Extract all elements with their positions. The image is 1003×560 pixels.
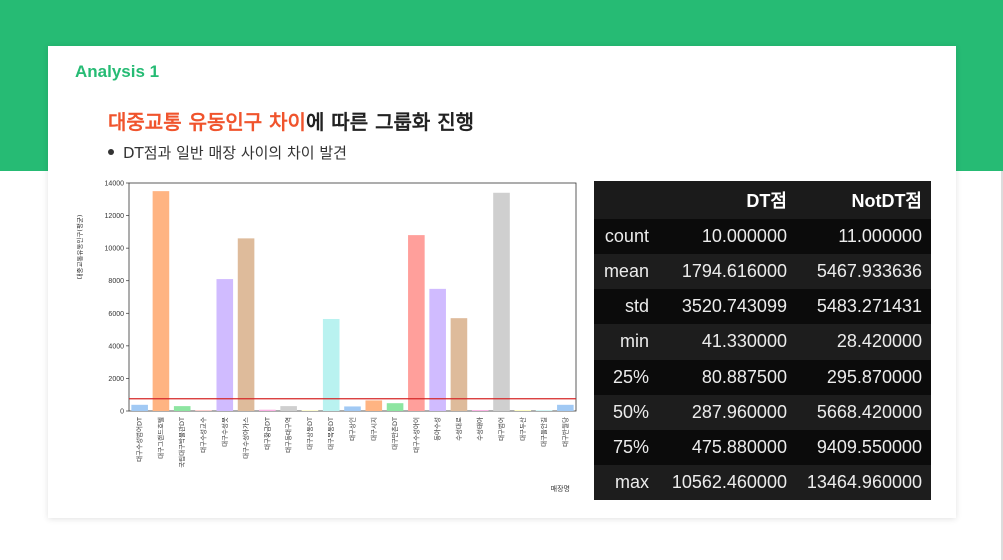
bar (408, 235, 425, 411)
bar (450, 318, 468, 411)
y-axis-label: 대중교통유동인구(평균) (75, 215, 84, 280)
stats-cell: 41.330000 (660, 324, 796, 360)
stats-row: min 41.330000 28.420000 (594, 324, 931, 360)
stats-body: count 10.000000 11.000000 mean 1794.616000 54… (594, 219, 931, 500)
bullet-text: DT점과 일반 매장 사이의 차이 발견 (123, 144, 347, 162)
stats-cell: 475.880000 (691, 436, 787, 457)
bar (386, 403, 404, 411)
stats-column-header: DT점 (660, 181, 796, 219)
bar (535, 410, 553, 411)
y-tick-label: 4000 (108, 343, 124, 350)
stats-row: max 10562.460000 13464.960000 (594, 464, 931, 500)
stats-row: count 10.000000 11.000000 (594, 219, 931, 254)
bar (429, 288, 446, 411)
x-tick-label: 대구수성아이 (411, 417, 420, 453)
stats-cell: 10.000000 (701, 226, 787, 247)
bar (365, 400, 383, 411)
bar (493, 192, 510, 411)
stats-cell: 10562.460000 (660, 464, 796, 500)
x-tick-label: 대구상동DT (305, 417, 314, 450)
stats-row-label: 50% (594, 394, 661, 430)
y-tick-label: 8000 (108, 278, 124, 285)
x-tick-label: 대구수성아가스 (241, 417, 250, 459)
x-tick-label: 대구범어 (497, 417, 506, 441)
y-tick-label: 2000 (108, 376, 124, 383)
slide-headline: 대중교통 유동인구 차이에 따른 그룹화 진행 (108, 106, 474, 135)
bar (173, 406, 191, 411)
bar (344, 406, 361, 411)
stats-cell: 28.420000 (795, 324, 931, 360)
stats-column-header: NotDT점 (795, 181, 931, 219)
stats-corner-cell (594, 181, 661, 219)
stats-row: mean 1794.616000 5467.933636 (594, 254, 931, 290)
x-tick-label: 대구그랜드호텔 (156, 417, 165, 459)
bullet-dot-icon (108, 148, 114, 155)
y-tick-label: 6000 (108, 311, 124, 318)
x-tick-label: 동아수성 (433, 417, 442, 441)
stats-row: std 3520.743099 5483.271431 (594, 289, 931, 324)
x-tick-label: 대구황금DT (262, 417, 271, 450)
y-tick-label: 0 (120, 409, 124, 416)
stats-cell: 5483.271431 (816, 296, 922, 317)
bar (216, 279, 234, 411)
bar (237, 238, 255, 411)
stats-cell: 9409.550000 (816, 436, 922, 457)
stats-row-label: 25% (612, 366, 649, 387)
x-axis-label: 매장명 (551, 484, 570, 493)
stats-row-label: mean (594, 254, 661, 290)
x-tick-label: 국립대구박물관DT (177, 417, 186, 468)
stats-table: DT점 NotDT점 count 10.000000 11.000000 mean 179… (594, 181, 931, 500)
stats-cell: 3520.743099 (681, 296, 787, 317)
stats-row-label: std (624, 296, 649, 317)
bar (152, 191, 170, 411)
x-tick-label: 대구반월당 (560, 417, 569, 447)
stats-row-label: max (594, 464, 661, 500)
bar (280, 406, 297, 411)
stats-cell: 5668.420000 (795, 394, 931, 430)
stats-cell: 13464.960000 (795, 464, 931, 500)
bar-chart: 0 2000 4000 6000 8000 10000 12000 14000 대구수성범어DT… (72, 178, 587, 506)
x-tick-label: 대구동대구역 (284, 417, 293, 453)
x-tick-label: 수성태아 (475, 417, 484, 441)
x-tick-label: 대구상인 (348, 417, 357, 441)
x-tick-label: 대구수성범어DT (135, 417, 144, 462)
bar (131, 404, 148, 411)
bar (557, 404, 574, 411)
y-tick-label: 14000 (105, 181, 125, 188)
stats-row-label: 75% (612, 436, 649, 457)
section-label: Analysis 1 (75, 62, 160, 81)
bar (514, 410, 532, 411)
headline-rest: 에 따른 그룹화 진행 (305, 110, 475, 134)
x-tick-label: 대구시지 (369, 417, 378, 441)
stats-row: 75% 475.880000 9409.550000 (594, 430, 931, 465)
x-tick-label: 대구수성교수 (199, 417, 208, 453)
headline-highlight: 대중교통 유동인구 차이 (108, 110, 306, 134)
stats-cell: 287.960000 (660, 394, 796, 430)
x-tick-label: 대구만촌DT (390, 417, 399, 450)
stats-cell: 5467.933636 (795, 254, 931, 290)
stats-row-label: count (604, 226, 649, 247)
bar (322, 318, 340, 411)
x-tick-label: 대구목동DT (327, 417, 335, 450)
stats-row: 50% 287.960000 5668.420000 (594, 394, 931, 430)
stats-cell: 1794.616000 (660, 254, 796, 290)
stats-header-row: DT점 NotDT점 (594, 181, 931, 219)
stats-cell: 295.870000 (826, 366, 922, 387)
bar (259, 409, 276, 411)
stats-row: 25% 80.887500 295.870000 (594, 360, 931, 395)
stats-cell: 80.887500 (701, 366, 787, 387)
x-tick-label: 대구들안길 (539, 417, 548, 447)
y-tick-label: 12000 (105, 213, 125, 220)
stats-row-label: min (594, 324, 661, 360)
x-tick-label: 대구수성못 (220, 417, 229, 447)
stats-cell: 11.000000 (838, 226, 922, 247)
slide-card: Analysis 1 대중교통 유동인구 차이에 따른 그룹화 진행 DT점과 … (48, 46, 956, 518)
x-tick-label: 수성대로 (454, 417, 463, 441)
y-tick-label: 10000 (105, 246, 125, 253)
bar (471, 410, 489, 411)
bar-chart-svg: 0 2000 4000 6000 8000 10000 12000 14000 대구수성범어DT… (75, 181, 577, 493)
x-tick-label: 대구두산 (518, 417, 527, 441)
bullet-item: DT점과 일반 매장 사이의 차이 발견 (108, 142, 347, 163)
